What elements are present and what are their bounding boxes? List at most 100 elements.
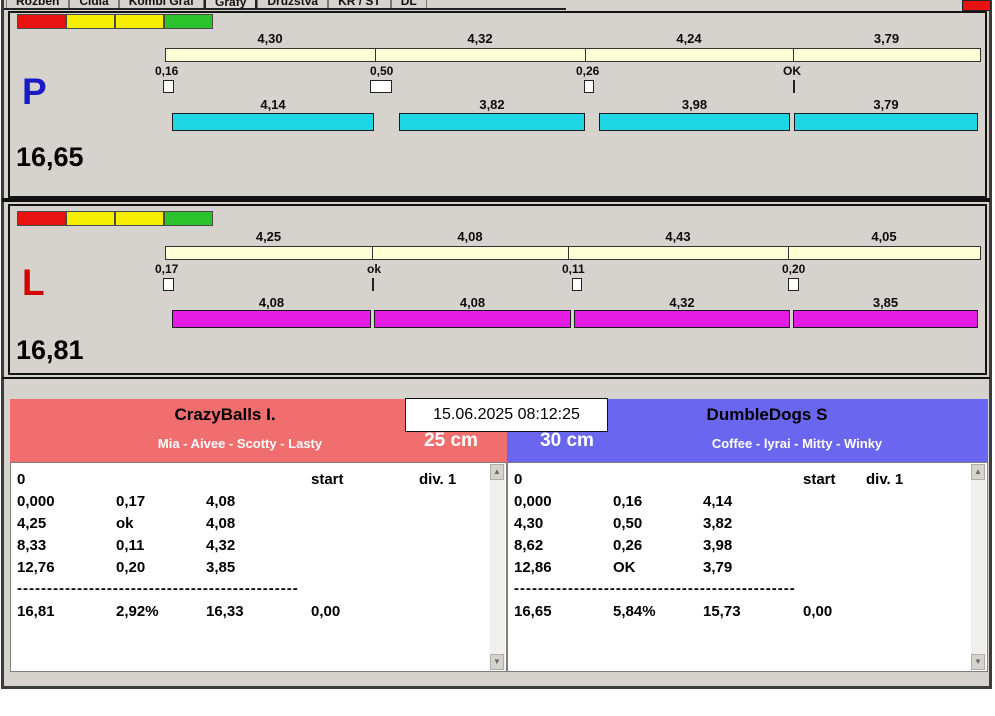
- lane-p-lap-time-2: 3,82: [479, 97, 505, 112]
- lane-p-change-time-4: OK: [783, 64, 801, 78]
- lane-p-change-box-3: [584, 80, 594, 93]
- list-cell: 0,000: [17, 493, 55, 510]
- lane-p-bar-tick-3: [793, 48, 794, 62]
- lane-l-letter: L: [22, 262, 45, 303]
- list-right-total-clean: 15,73: [703, 603, 741, 620]
- lane-l-bar-tick-3: [788, 246, 789, 260]
- lane-p-light-red-icon: [17, 14, 66, 29]
- list-cell: 0,26: [613, 537, 643, 554]
- lane-p-light-yellow1-icon: [66, 14, 115, 29]
- list-cell: 4,08: [206, 493, 236, 510]
- list-cell: 4,25: [17, 515, 47, 532]
- lane-p-lap-bar-2: [399, 113, 585, 131]
- list-right-header-div: div. 1: [866, 471, 904, 488]
- tab-grafy[interactable]: Grafy: [204, 0, 258, 10]
- tab-bar-underline: [4, 8, 566, 10]
- status-red-indicator: [962, 0, 991, 11]
- section-divider: [2, 377, 990, 379]
- list-cell: 3,98: [703, 537, 733, 554]
- list-cell: 8,62: [514, 537, 544, 554]
- lane-p-lap-time-3: 3,98: [681, 97, 708, 112]
- lane-p-gross-time-2: 4,32: [467, 31, 493, 46]
- panel-divider: [2, 198, 990, 202]
- lane-p-lap-time-1: 4,14: [260, 97, 286, 112]
- list-cell: 0,000: [514, 493, 552, 510]
- lane-p-change-box-1: [163, 80, 174, 93]
- list-cell: 0,16: [613, 493, 643, 510]
- lane-l-gross-time-2: 4,08: [457, 229, 483, 244]
- lane-p-ok-mark: [793, 80, 795, 93]
- lane-p-panel: P 4,30 4,32 4,24 3,79 0,16 0,50 0,26 OK …: [8, 11, 987, 198]
- list-left-total-percent: 2,92%: [116, 603, 159, 620]
- lane-l-change-time-4: 0,20: [782, 262, 806, 276]
- list-left-total-start: 0,00: [311, 603, 341, 620]
- list-left-separator: ----------------------------------------…: [17, 580, 299, 596]
- team-right-dogs: Coffee - lyrai - Mitty - Winky: [711, 436, 883, 451]
- list-cell: 4,14: [703, 493, 733, 510]
- flyball-timing-app: Rozbeh Cidla Kombi Graf Grafy Družstvá K…: [0, 0, 995, 716]
- list-cell: 4,30: [514, 515, 544, 532]
- list-cell: 3,85: [206, 559, 236, 576]
- scroll-up-icon[interactable]: ▲: [490, 464, 504, 480]
- lane-l-gross-time-3: 4,43: [665, 229, 691, 244]
- lane-l-change-time-2: ok: [367, 262, 382, 276]
- lane-p-lap-bar-4: [794, 113, 978, 131]
- lane-p-lap-bar-3: [599, 113, 790, 131]
- window-border-left: [1, 0, 4, 689]
- scroll-down-icon[interactable]: ▼: [971, 654, 985, 670]
- list-cell: 4,08: [206, 515, 236, 532]
- lane-p-gross-time-4: 3,79: [873, 31, 900, 46]
- list-right-separator: ----------------------------------------…: [514, 580, 796, 596]
- lane-p-change-time-2: 0,50: [370, 64, 394, 78]
- lane-p-lap-time-4: 3,79: [873, 97, 899, 112]
- lane-p-lap-bar-1: [172, 113, 374, 131]
- list-right-header-start: start: [803, 471, 836, 488]
- lane-p-bar-tick-2: [585, 48, 586, 62]
- list-cell: 0,50: [613, 515, 643, 532]
- list-right-scrollbar[interactable]: ▲ ▼: [971, 464, 986, 670]
- lane-l-ok-mark: [372, 278, 374, 291]
- lane-l-light-red-icon: [17, 211, 66, 226]
- lane-l-cumulative-bar: [165, 246, 981, 260]
- lane-l-gross-time-4: 4,05: [871, 229, 897, 244]
- team-right-results-list[interactable]: 0 start div. 1 0,000 0,16 4,14 4,30 0,50…: [507, 462, 988, 672]
- lane-l-change-time-3: 0,11: [562, 262, 585, 276]
- lane-l-lap-time-2: 4,08: [459, 295, 486, 310]
- lane-p-change-box-2: [370, 80, 392, 93]
- team-left-jump-height: 25 cm: [424, 430, 478, 451]
- list-left-scrollbar[interactable]: ▲ ▼: [490, 464, 505, 670]
- lane-l-lap-bar-1: [172, 310, 371, 328]
- team-left-name: CrazyBalls I.: [174, 405, 276, 424]
- lane-p-change-time-1: 0,16: [155, 64, 179, 78]
- list-cell: 0,11: [116, 537, 145, 554]
- window-border-bottom: [1, 686, 992, 689]
- lane-l-lap-bar-4: [793, 310, 978, 328]
- list-right-total-time: 16,65: [514, 603, 552, 620]
- lane-l-bar-tick-2: [568, 246, 569, 260]
- lane-l-lap-bar-2: [374, 310, 571, 328]
- scroll-down-icon[interactable]: ▼: [490, 654, 504, 670]
- lane-l-bar-tick-1: [372, 246, 373, 260]
- list-cell: 3,82: [703, 515, 733, 532]
- list-cell: 12,86: [514, 559, 552, 576]
- list-right-header-zero: 0: [514, 471, 523, 488]
- list-left-total-time: 16,81: [17, 603, 55, 620]
- lane-l-gross-time-1: 4,25: [255, 229, 282, 244]
- lane-p-change-time-3: 0,26: [576, 64, 600, 78]
- list-cell: 0,20: [116, 559, 146, 576]
- lane-l-light-yellow1-icon: [66, 211, 115, 226]
- team-left-results-list[interactable]: 0 start div. 1 0,000 0,17 4,08 4,25 ok 4…: [10, 462, 507, 672]
- list-left-header-start: start: [311, 471, 344, 488]
- lane-l-light-green-icon: [164, 211, 213, 226]
- list-cell: 12,76: [17, 559, 55, 576]
- lane-l-lap-time-4: 3,85: [872, 295, 899, 310]
- list-right-total-start: 0,00: [803, 603, 833, 620]
- list-cell: OK: [613, 559, 636, 576]
- date-time-display: 15.06.2025 08:12:25: [405, 398, 608, 432]
- list-cell: 3,79: [703, 559, 733, 576]
- lane-l-total-time: 16,81: [16, 335, 84, 365]
- lane-p-light-yellow2-icon: [115, 14, 164, 29]
- lane-l-lap-bar-3: [574, 310, 790, 328]
- list-left-total-clean: 16,33: [206, 603, 244, 620]
- scroll-up-icon[interactable]: ▲: [971, 464, 985, 480]
